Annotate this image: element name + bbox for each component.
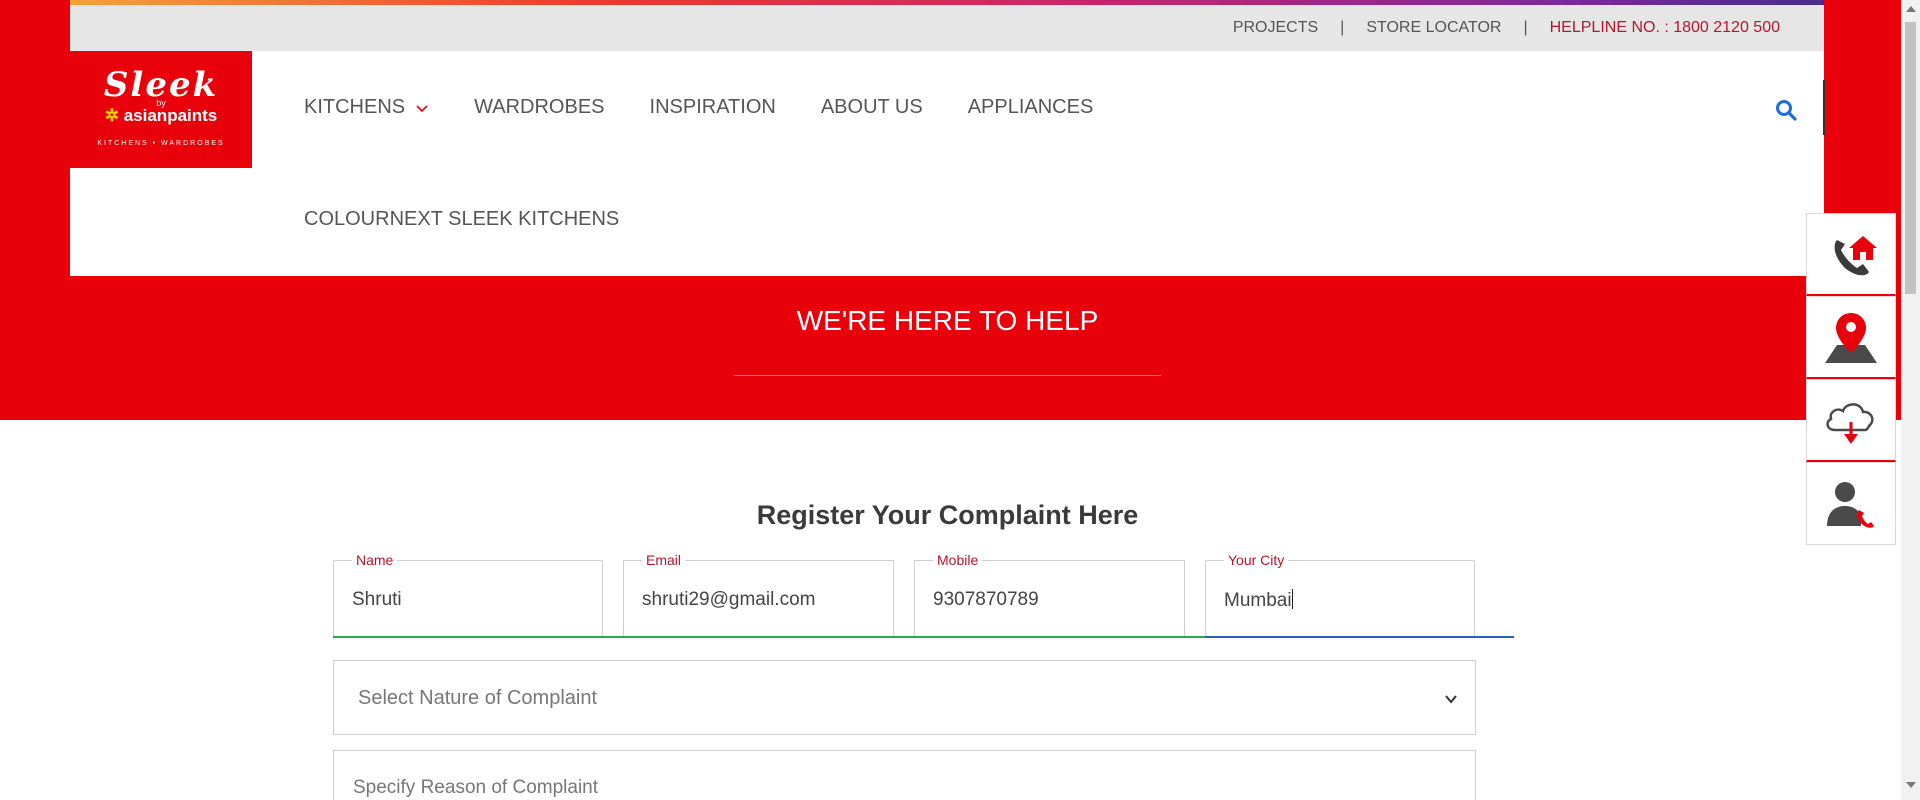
logo-tagline: KITCHENS • WARDROBES xyxy=(97,140,225,147)
city-label: Your City xyxy=(1224,553,1289,567)
nav-item-label: KITCHENS xyxy=(304,96,406,118)
text-cursor xyxy=(1291,589,1293,609)
nav-item-label: APPLIANCES xyxy=(967,96,1094,118)
focus-underline xyxy=(1205,636,1514,638)
nature-placeholder: Select Nature of Complaint xyxy=(358,687,598,709)
nav-item-kitchens[interactable]: KITCHENS xyxy=(304,96,429,119)
store-locator-link[interactable]: STORE LOCATOR xyxy=(1366,19,1501,37)
name-label: Name xyxy=(352,553,398,567)
email-label: Email xyxy=(642,553,686,567)
name-field[interactable]: Name Shruti xyxy=(333,553,603,638)
nature-of-complaint-select[interactable]: Select Nature of Complaint xyxy=(333,660,1476,735)
logo-parent: ✲ asianpaints xyxy=(104,106,218,125)
location-button[interactable] xyxy=(1806,296,1896,379)
nav-item-appliances[interactable]: APPLIANCES xyxy=(968,96,1094,119)
scroll-up-arrow-icon[interactable] xyxy=(1906,6,1916,12)
hero-divider xyxy=(734,375,1161,376)
cloud-download-icon xyxy=(1826,403,1874,444)
mobile-field[interactable]: Mobile 9307870789 xyxy=(914,553,1185,638)
scrollbar-thumb[interactable] xyxy=(1905,22,1916,294)
separator: | xyxy=(1523,19,1528,36)
logo-parent-text: asianpaints xyxy=(123,106,218,125)
home-call-icon xyxy=(1834,236,1877,276)
download-button[interactable] xyxy=(1806,379,1896,462)
sleek-logo[interactable]: Sleek by ✲ asianpaints KITCHENS • WARDRO… xyxy=(70,51,252,168)
mobile-label: Mobile xyxy=(933,553,983,567)
chevron-down-icon xyxy=(416,104,428,112)
projects-link[interactable]: PROJECTS xyxy=(1233,19,1318,37)
support-button[interactable] xyxy=(1806,462,1896,545)
reason-placeholder: Specify Reason of Complaint xyxy=(353,777,599,798)
nav-item-label: INSPIRATION xyxy=(649,96,776,118)
complaint-reason-textarea[interactable]: Specify Reason of Complaint xyxy=(333,750,1476,800)
top-bar: PROJECTS | STORE LOCATOR | HELPLINE NO. … xyxy=(70,5,1824,51)
top-links: PROJECTS | STORE LOCATOR | HELPLINE NO. … xyxy=(1233,19,1780,37)
vertical-scrollbar[interactable] xyxy=(1901,0,1920,800)
email-value: shruti29@gmail.com xyxy=(642,589,816,610)
header-edge xyxy=(1823,80,1825,135)
name-value: Shruti xyxy=(352,589,402,610)
valid-underline xyxy=(333,636,1205,638)
separator: | xyxy=(1340,19,1345,36)
header: PROJECTS | STORE LOCATOR | HELPLINE NO. … xyxy=(70,0,1825,276)
nav-item-wardrobes[interactable]: WARDROBES xyxy=(474,96,604,119)
search-icon[interactable] xyxy=(1774,98,1798,122)
main-nav: KITCHENS WARDROBES INSPIRATION ABOUT US … xyxy=(304,96,1138,119)
hero-title: WE'RE HERE TO HELP xyxy=(796,305,1099,336)
helpline-link[interactable]: HELPLINE NO. : 1800 2120 500 xyxy=(1550,19,1780,37)
scroll-down-arrow-icon[interactable] xyxy=(1906,782,1916,788)
city-value-text: Mumbai xyxy=(1224,590,1292,611)
nav-item-colournext[interactable]: COLOURNEXT SLEEK KITCHENS xyxy=(304,208,619,231)
home-call-button[interactable] xyxy=(1806,213,1896,296)
location-pin-icon xyxy=(1825,313,1877,363)
form-title: Register Your Complaint Here xyxy=(756,500,1139,530)
mobile-value: 9307870789 xyxy=(933,589,1039,610)
floating-quick-links xyxy=(1806,213,1896,545)
city-field[interactable]: Your City Mumbai xyxy=(1205,553,1475,638)
city-value: Mumbai xyxy=(1224,589,1293,612)
email-field[interactable]: Email shruti29@gmail.com xyxy=(623,553,894,638)
nav-item-about-us[interactable]: ABOUT US xyxy=(821,96,923,119)
chevron-down-icon xyxy=(1445,695,1457,704)
nav-item-label: ABOUT US xyxy=(820,96,923,118)
nav-item-label: WARDROBES xyxy=(474,96,605,118)
support-agent-icon xyxy=(1827,481,1874,528)
nav-item-inspiration[interactable]: INSPIRATION xyxy=(650,96,776,119)
